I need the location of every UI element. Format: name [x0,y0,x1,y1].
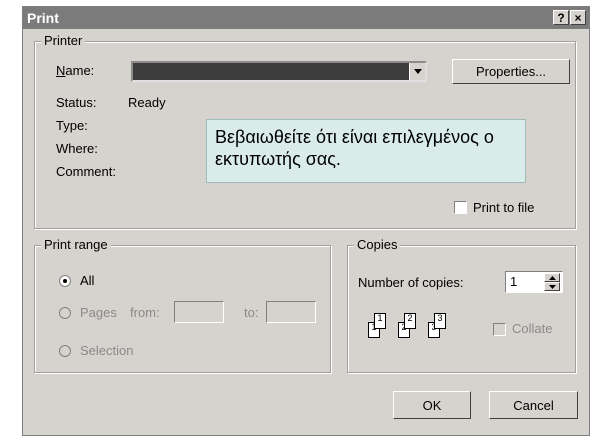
help-button[interactable]: ? [553,10,569,25]
callout-text: Βεβαιωθείτε ότι είναι επιλεγμένος ο εκτυ… [215,127,494,169]
comment-label: Comment: [56,164,116,179]
status-label: Status: [56,95,97,110]
chevron-down-icon [413,69,422,74]
selection-label: Selection [80,343,134,358]
callout-note: Βεβαιωθείτε ότι είναι επιλεγμένος ο εκτυ… [206,119,526,183]
collate-label: Collate [512,321,553,336]
properties-label: Properties... [475,64,547,79]
printer-name-select[interactable] [131,61,427,82]
print-range-legend: Print range [41,237,111,252]
cancel-button[interactable]: Cancel [489,391,578,419]
copies-value: 1 [510,274,518,289]
ok-label: OK [422,397,442,413]
collate-checkbox[interactable] [493,323,506,336]
where-label: Where: [56,141,98,156]
to-label: to: [244,305,259,320]
all-radio[interactable] [59,275,71,287]
page-number: 1 [377,313,383,323]
dialog-title: Print [27,10,59,26]
page-number: 3 [437,313,443,323]
name-label: Name: [56,63,95,78]
selection-radio[interactable] [59,345,71,357]
print-to-file-label: Print to file [473,200,535,215]
spin-down-button[interactable] [544,282,560,291]
properties-button[interactable]: Properties... [452,59,570,84]
page-number: 2 [407,313,413,323]
dropdown-button[interactable] [409,63,425,80]
from-input[interactable] [174,301,224,323]
cancel-label: Cancel [513,397,554,413]
pages-radio[interactable] [59,307,71,319]
number-of-copies-label: Number of copies: [358,275,464,290]
to-input[interactable] [266,301,316,323]
spin-up-button[interactable] [544,273,560,282]
print-to-file-checkbox[interactable] [454,201,467,214]
ok-button[interactable]: OK [393,391,471,419]
copies-group: Copies [347,237,576,373]
from-label: from: [130,305,160,320]
status-value: Ready [128,95,166,110]
copies-input[interactable]: 1 [505,271,563,293]
title-bar: Print ? × [23,7,589,29]
print-dialog: Print ? × Printer Name: Properties... St… [22,6,590,436]
chevron-down-icon [548,284,556,289]
close-button[interactable]: × [570,10,586,25]
pages-label: Pages [80,305,117,320]
type-label: Type: [56,118,88,133]
copies-legend: Copies [354,237,401,252]
chevron-up-icon [548,275,556,280]
printer-legend: Printer [41,33,86,48]
all-label: All [80,273,95,288]
